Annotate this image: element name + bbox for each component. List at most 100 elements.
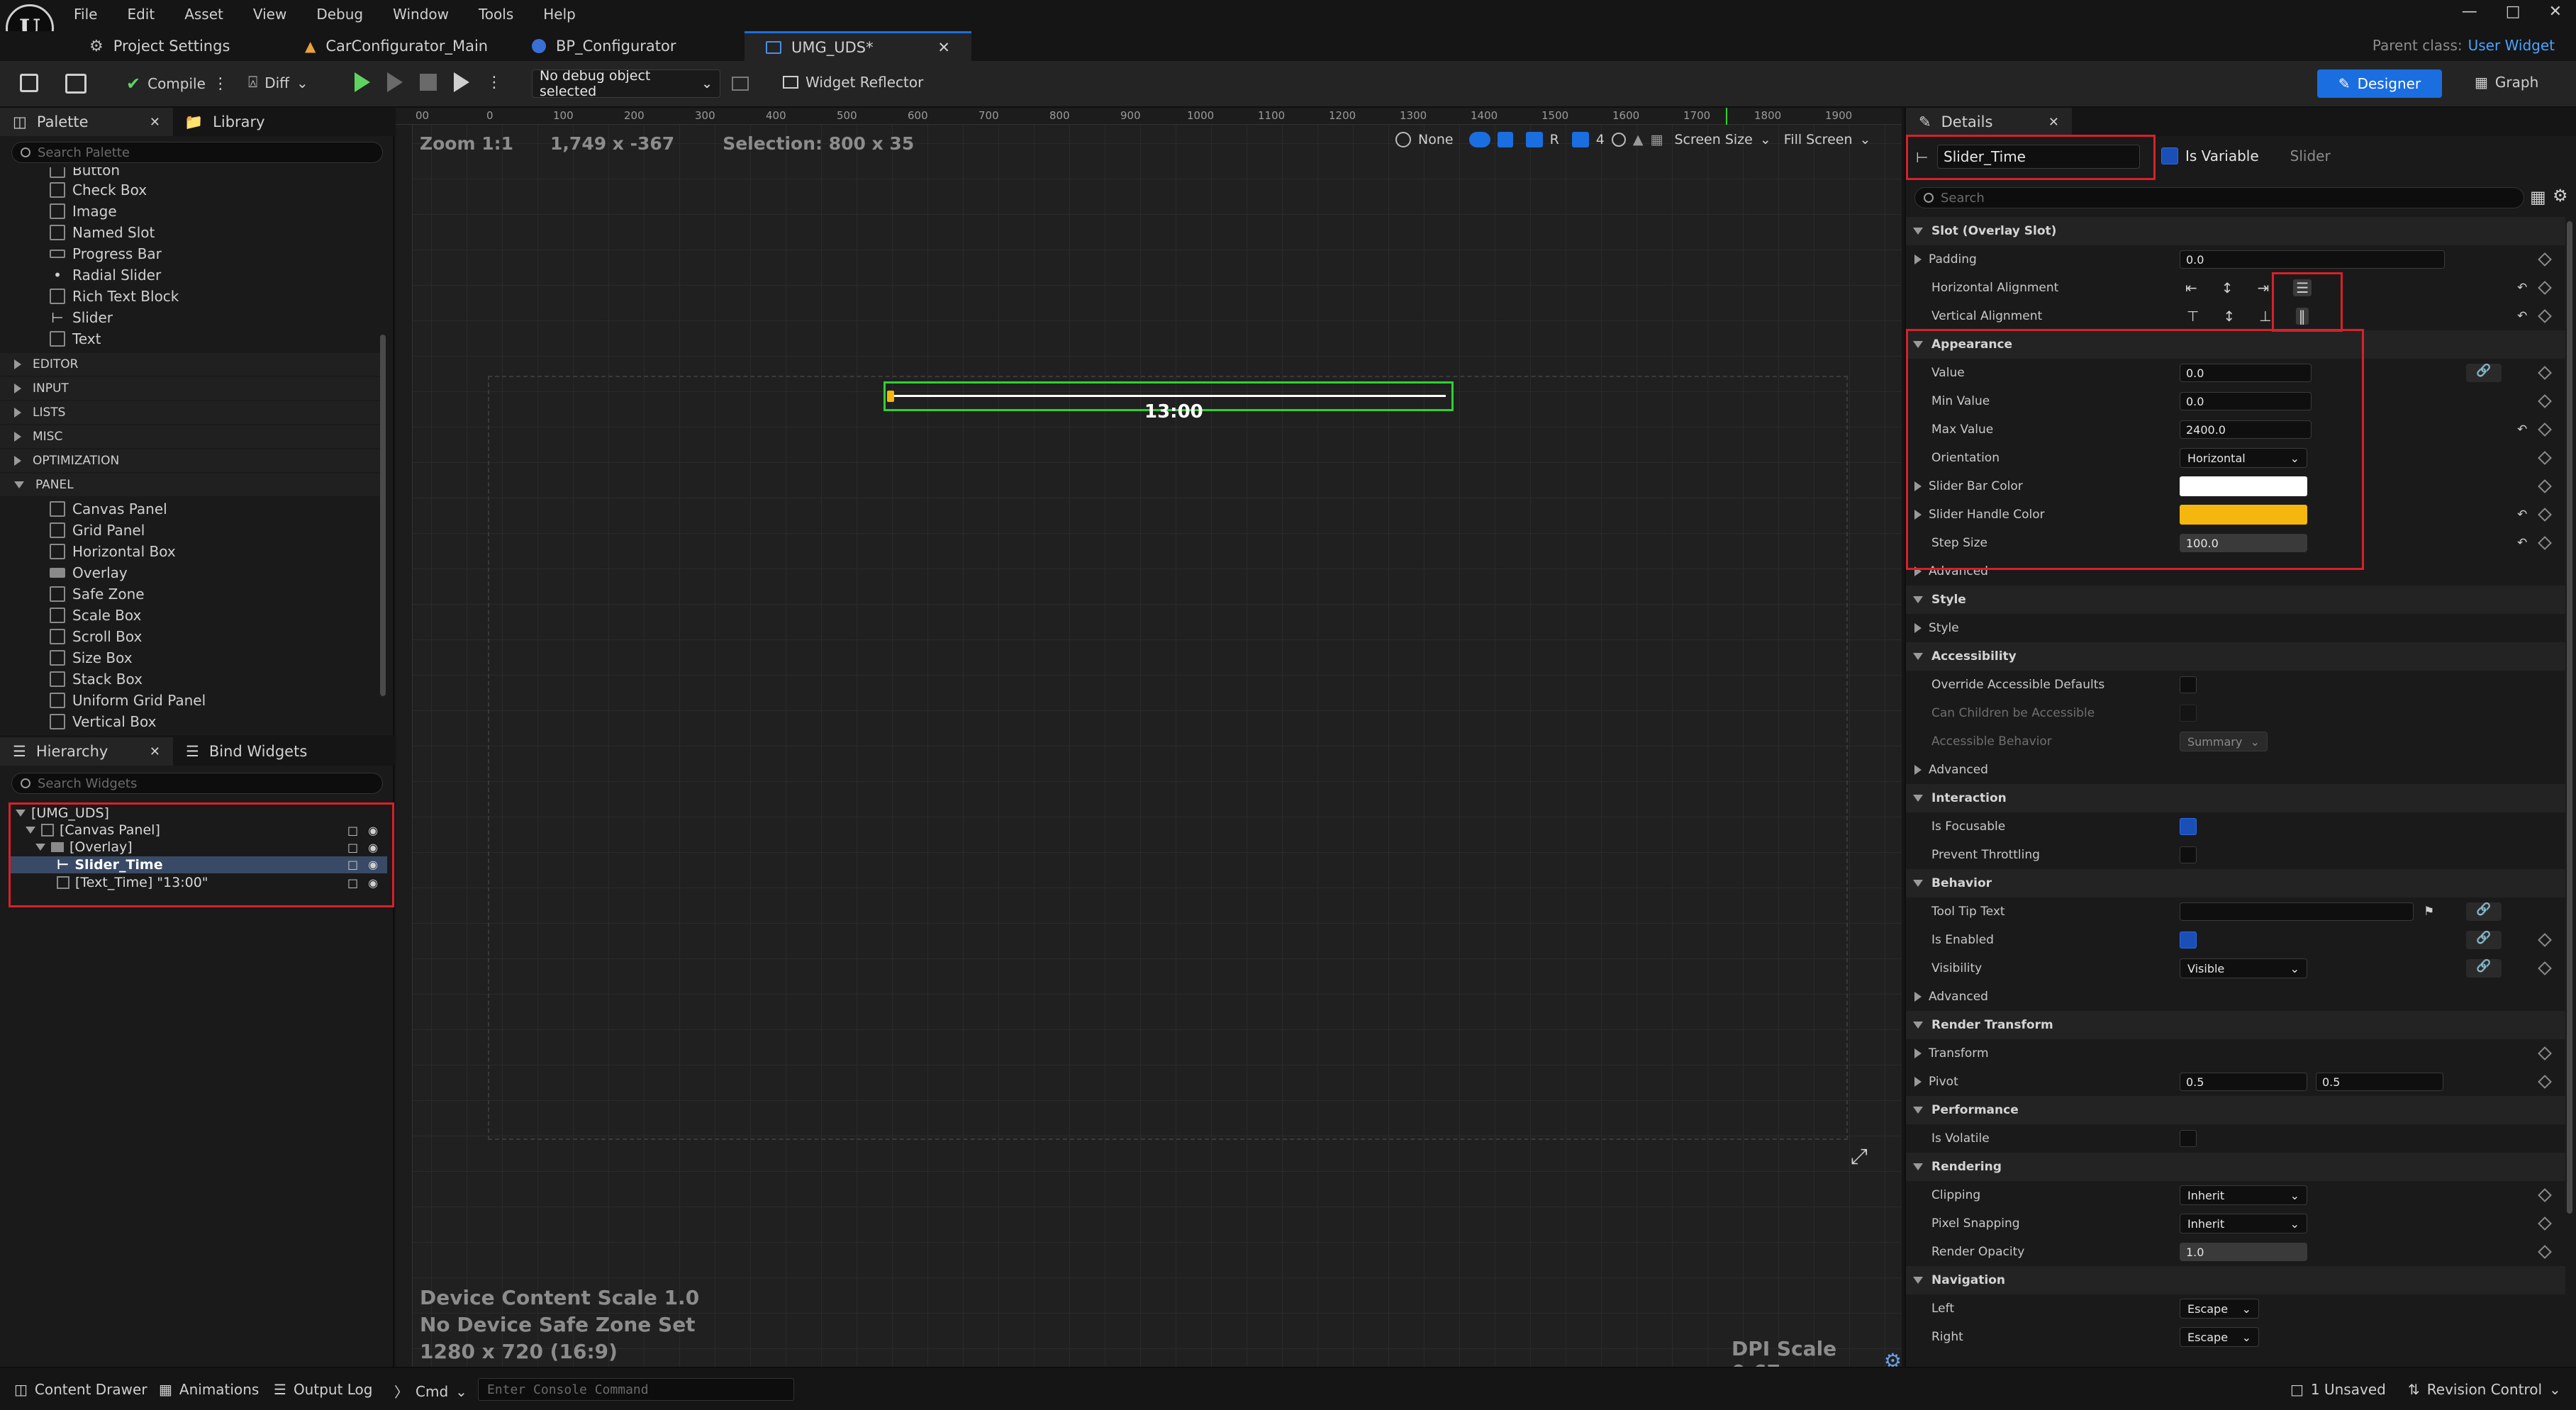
close-tab-icon[interactable]: ✕ <box>2048 115 2059 130</box>
section-interaction[interactable]: Interaction <box>1906 784 2565 812</box>
settings-icon[interactable]: ⚙ <box>2553 186 2568 206</box>
is-variable-checkbox[interactable] <box>2161 147 2178 164</box>
expand-icon[interactable]: ▦ <box>1651 132 1663 147</box>
accessible-behavior-dropdown[interactable]: Summary ⌄ <box>2180 732 2268 751</box>
tab-umg-uds[interactable]: UMG_UDS* ✕ <box>745 31 971 61</box>
flag-icon[interactable]: ⚑ <box>2424 905 2434 919</box>
menu-help[interactable]: Help <box>543 6 576 23</box>
eject-icon[interactable] <box>454 72 469 92</box>
children-accessible-checkbox[interactable] <box>2180 705 2197 722</box>
palette-item-canvas-panel[interactable]: Canvas Panel <box>50 500 167 517</box>
section-rendering[interactable]: Rendering <box>1906 1153 2565 1181</box>
palette-category-editor[interactable]: EDITOR <box>0 353 383 376</box>
align-right-icon[interactable]: ⇥ <box>2258 279 2270 296</box>
prop-advanced-accessibility[interactable]: Advanced <box>1906 756 2565 784</box>
visibility-dropdown[interactable]: Visible ⌄ <box>2180 958 2307 978</box>
keyframe-icon[interactable] <box>2538 394 2552 408</box>
keyframe-icon[interactable] <box>2538 1188 2552 1202</box>
animations-button[interactable]: ▦ Animations <box>159 1381 259 1398</box>
pointer-icon[interactable] <box>1611 133 1626 147</box>
tab-details[interactable]: ✎ Details ✕ <box>1906 108 2072 136</box>
graph-button[interactable]: ▦ Graph <box>2475 74 2538 91</box>
grid-snap-icon[interactable] <box>1571 132 1589 147</box>
keyframe-icon[interactable] <box>2538 423 2552 437</box>
section-render-transform[interactable]: Render Transform <box>1906 1011 2565 1039</box>
is-enabled-checkbox[interactable] <box>2180 931 2197 949</box>
palette-item-scale-box[interactable]: Scale Box <box>50 607 141 624</box>
palette-item-radial-slider[interactable]: • Radial Slider <box>50 267 161 284</box>
play-options-icon[interactable]: ⋮ <box>486 74 502 91</box>
tab-hierarchy[interactable]: ☰ Hierarchy ✕ <box>0 737 173 766</box>
toggle-icon[interactable] <box>1468 132 1490 147</box>
keyframe-icon[interactable] <box>2538 309 2552 323</box>
palette-item-rich-text-block[interactable]: Rich Text Block <box>50 288 179 305</box>
nav-right-dropdown[interactable]: Escape ⌄ <box>2180 1327 2259 1347</box>
palette-search[interactable]: Search Palette <box>11 142 383 163</box>
pivot-x-field[interactable]: 0.5 <box>2180 1073 2307 1091</box>
step-icon[interactable] <box>387 72 403 92</box>
keyframe-icon[interactable] <box>2538 536 2552 550</box>
keyframe-icon[interactable] <box>2538 961 2552 975</box>
is-focusable-checkbox[interactable] <box>2180 818 2197 835</box>
palette-item-vertical-box[interactable]: Vertical Box <box>50 713 156 730</box>
palette-item-image[interactable]: Image <box>50 203 117 220</box>
link-icon[interactable]: 🔗 <box>2466 364 2502 382</box>
keyframe-icon[interactable] <box>2538 1046 2552 1061</box>
tab-project-settings[interactable]: ⚙ Project Settings <box>68 31 251 61</box>
section-behavior[interactable]: Behavior <box>1906 869 2565 897</box>
palette-item-named-slot[interactable]: Named Slot <box>50 224 155 241</box>
nav-left-dropdown[interactable]: Escape ⌄ <box>2180 1299 2259 1319</box>
reset-icon[interactable]: ↶ <box>2517 536 2527 550</box>
palette-item-stack-box[interactable]: Stack Box <box>50 671 143 688</box>
palette-item-scroll-box[interactable]: Scroll Box <box>50 628 142 645</box>
menu-view[interactable]: View <box>253 6 286 23</box>
keyframe-icon[interactable] <box>2538 1075 2552 1089</box>
palette-category-panel[interactable]: PANEL <box>0 474 383 496</box>
menu-debug[interactable]: Debug <box>316 6 363 23</box>
link-icon[interactable]: 🔗 <box>2466 931 2502 949</box>
keyframe-icon[interactable] <box>2538 508 2552 522</box>
keyframe-icon[interactable] <box>2538 281 2552 295</box>
menu-window[interactable]: Window <box>393 6 449 23</box>
stop-icon[interactable] <box>420 74 437 91</box>
align-center-icon[interactable]: ↕ <box>2221 279 2234 296</box>
close-window-icon[interactable]: ✕ <box>2549 3 2562 21</box>
render-opacity-field[interactable]: 1.0 <box>2180 1243 2307 1261</box>
section-slot[interactable]: Slot (Overlay Slot) <box>1906 217 2565 245</box>
play-icon[interactable] <box>355 72 370 92</box>
palette-item-size-box[interactable]: Size Box <box>50 649 133 666</box>
parent-class-link[interactable]: User Widget <box>2468 37 2555 54</box>
palette-item-grid-panel[interactable]: Grid Panel <box>50 522 145 539</box>
reset-icon[interactable]: ↶ <box>2517 508 2527 522</box>
keyframe-icon[interactable] <box>2538 451 2552 465</box>
palette-scrollbar[interactable] <box>380 335 386 696</box>
section-accessibility[interactable]: Accessibility <box>1906 642 2565 671</box>
chevron-right-icon[interactable] <box>1914 254 1922 264</box>
close-tab-icon[interactable]: ✕ <box>150 115 160 130</box>
keyframe-icon[interactable] <box>2538 366 2552 380</box>
globe-icon[interactable] <box>1395 132 1411 147</box>
cmd-dropdown[interactable]: 〉 Cmd ⌄ <box>394 1381 467 1401</box>
clipping-dropdown[interactable]: Inherit ⌄ <box>2180 1185 2307 1205</box>
palette-category-input[interactable]: INPUT <box>0 377 383 400</box>
resize-handle-icon[interactable]: ⤢ <box>1851 1144 1868 1169</box>
output-log-button[interactable]: ☰ Output Log <box>274 1381 373 1398</box>
chevron-right-icon[interactable] <box>1914 1077 1922 1087</box>
palette-item-check-box[interactable]: Check Box <box>50 181 147 198</box>
tab-bind-widgets[interactable]: ☰ Bind Widgets <box>186 737 307 766</box>
palette-item-horizontal-box[interactable]: Horizontal Box <box>50 543 176 560</box>
diff-button[interactable]: ⍓ Diff ⌄ <box>248 74 308 91</box>
palette-category-optimization[interactable]: OPTIMIZATION <box>0 449 383 472</box>
browse-icon[interactable] <box>65 74 87 94</box>
palette-item-button[interactable]: Button <box>50 167 120 179</box>
prevent-throttling-checkbox[interactable] <box>2180 846 2197 863</box>
prop-style[interactable]: Style <box>1906 614 2565 642</box>
slider-handle[interactable] <box>887 391 894 402</box>
table-view-icon[interactable]: ▦ <box>2530 187 2546 207</box>
minimize-icon[interactable]: — <box>2462 3 2477 21</box>
details-search[interactable]: Search <box>1914 187 2524 208</box>
tab-palette[interactable]: ◫ Palette ✕ <box>0 108 173 136</box>
keyframe-icon[interactable] <box>2538 1216 2552 1231</box>
tab-car-configurator-main[interactable]: ▲ CarConfigurator_Main <box>284 31 509 61</box>
reset-icon[interactable]: ↶ <box>2517 423 2527 437</box>
